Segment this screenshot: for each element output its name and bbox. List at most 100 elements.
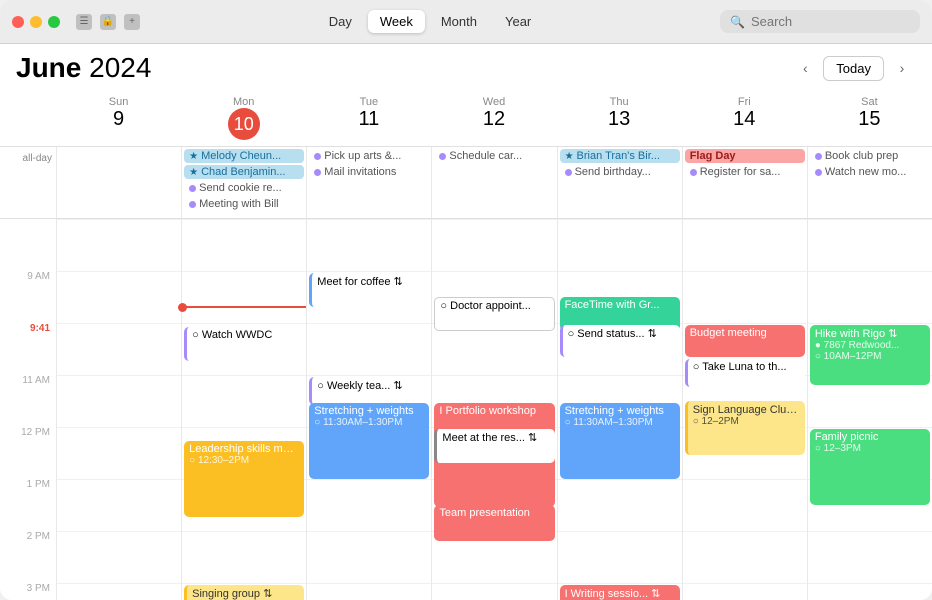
list-item[interactable]: Book club prep xyxy=(810,149,930,163)
cal-grid[interactable]: 9 AM xyxy=(0,219,932,600)
time-grid: 9 AM xyxy=(0,219,932,600)
col-tue-2 xyxy=(306,531,431,583)
col-sun-2 xyxy=(56,531,181,583)
col-sun-10 xyxy=(56,323,181,375)
next-button[interactable]: › xyxy=(888,54,916,82)
sidebar-toggle[interactable]: ☰ xyxy=(76,14,92,30)
tab-day[interactable]: Day xyxy=(317,10,364,33)
event-stretching-tue[interactable]: Stretching + weights ○ 11:30AM–1:30PM xyxy=(309,403,429,479)
col-thu-3: I Writing sessio... ⇅ xyxy=(557,583,682,600)
col-sat-12: Family picnic ○ 12–3PM xyxy=(807,427,932,479)
col-tue-1 xyxy=(306,479,431,531)
col-tue-9: Meet for coffee ⇅ xyxy=(306,271,431,323)
col-sun-3 xyxy=(56,583,181,600)
col-thu-8 xyxy=(557,219,682,271)
event-team-presentation[interactable]: Team presentation xyxy=(434,505,554,541)
col-tue-10 xyxy=(306,323,431,375)
cal-header: June 2024 ‹ Today › xyxy=(0,44,932,92)
col-thu-9: FaceTime with Gr... xyxy=(557,271,682,323)
search-icon: 🔍 xyxy=(730,15,745,29)
time-label-12pm: 12 PM xyxy=(0,427,56,479)
inbox-btn[interactable]: 🔒 xyxy=(100,14,116,30)
time-label-2pm: 2 PM xyxy=(0,531,56,583)
col-sat-2 xyxy=(807,531,932,583)
list-item[interactable]: ★ Chad Benjamin... xyxy=(184,165,304,179)
col-mon-10: ○ Watch WWDC xyxy=(181,323,306,375)
time-label-11am: 11 AM xyxy=(0,375,56,427)
list-item[interactable]: Register for sa... xyxy=(685,165,805,179)
allday-sat: Book club prep Watch new mo... xyxy=(807,147,932,218)
col-wed-3 xyxy=(431,583,556,600)
col-fri-2 xyxy=(682,531,807,583)
col-tue-3 xyxy=(306,583,431,600)
event-hike-rigo[interactable]: Hike with Rigo ⇅ ● 7867 Redwood... ○ 10A… xyxy=(810,325,930,385)
allday-mon: ★ Melody Cheun... ★ Chad Benjamin... Sen… xyxy=(181,147,306,218)
titlebar: ☰ 🔒 + Day Week Month Year 🔍 xyxy=(0,0,932,44)
page-title: June 2024 xyxy=(16,52,151,84)
event-meet-res[interactable]: Meet at the res... ⇅ xyxy=(434,429,554,463)
col-fri-1 xyxy=(682,479,807,531)
list-item[interactable]: Schedule car... xyxy=(434,149,554,163)
tab-week[interactable]: Week xyxy=(368,10,425,33)
col-mon-8 xyxy=(181,219,306,271)
event-budget-meeting[interactable]: Budget meeting xyxy=(685,325,805,357)
list-item[interactable]: Send birthday... xyxy=(560,165,680,179)
calendar-window: ☰ 🔒 + Day Week Month Year 🔍 June 2024 ‹ … xyxy=(0,0,932,600)
day-header-sun: Sun 9 xyxy=(56,92,181,146)
maximize-button[interactable] xyxy=(48,16,60,28)
event-take-luna[interactable]: ○ Take Luna to th... xyxy=(685,359,805,387)
col-mon-9 xyxy=(181,271,306,323)
list-item[interactable]: Send cookie re... xyxy=(184,181,304,195)
col-thu-2 xyxy=(557,531,682,583)
col-fri-9 xyxy=(682,271,807,323)
event-sign-language[interactable]: Sign Language Club ⇅ ○ 12–2PM xyxy=(685,401,805,455)
search-box[interactable]: 🔍 xyxy=(720,10,920,33)
prev-button[interactable]: ‹ xyxy=(791,54,819,82)
event-leadership[interactable]: Leadership skills meeting ○ 12:30–2PM xyxy=(184,441,304,517)
col-fri-10: Budget meeting ○ Take Luna to th... xyxy=(682,323,807,375)
day-header-fri: Fri 14 xyxy=(682,92,807,146)
day-header-mon: Mon 10 xyxy=(181,92,306,146)
event-family-picnic[interactable]: Family picnic ○ 12–3PM xyxy=(810,429,930,505)
col-sun-1 xyxy=(56,479,181,531)
today-button[interactable]: Today xyxy=(823,56,884,81)
search-input[interactable] xyxy=(751,14,927,29)
col-mon-11 xyxy=(181,375,306,427)
list-item[interactable]: Mail invitations xyxy=(309,165,429,179)
add-event-btn[interactable]: + xyxy=(124,14,140,30)
close-button[interactable] xyxy=(12,16,24,28)
event-singing-group[interactable]: Singing group ⇅ xyxy=(184,585,304,600)
allday-wed: Schedule car... xyxy=(431,147,556,218)
col-tue-11: ○ Weekly tea... ⇅ Stretching + weights ○… xyxy=(306,375,431,427)
list-item[interactable]: Meeting with Bill xyxy=(184,197,304,211)
col-wed-8 xyxy=(431,219,556,271)
nav-arrows: ‹ Today › xyxy=(791,54,916,82)
event-meet-for-coffee[interactable]: Meet for coffee ⇅ xyxy=(309,273,429,307)
allday-tue: Pick up arts &... Mail invitations xyxy=(306,147,431,218)
list-item[interactable]: ★ Melody Cheun... xyxy=(184,149,304,163)
tab-year[interactable]: Year xyxy=(493,10,543,33)
event-writing-session[interactable]: I Writing sessio... ⇅ xyxy=(560,585,680,600)
list-item[interactable]: Watch new mo... xyxy=(810,165,930,179)
day-headers: Sun 9 Mon 10 Tue 11 Wed 12 Thu 13 Fri 14… xyxy=(0,92,932,147)
list-item[interactable]: Flag Day xyxy=(685,149,805,163)
list-item[interactable]: Pick up arts &... xyxy=(309,149,429,163)
tab-month[interactable]: Month xyxy=(429,10,489,33)
event-stretching-thu[interactable]: Stretching + weights ○ 11:30AM–1:30PM xyxy=(560,403,680,479)
day-header-sat: Sat 15 xyxy=(807,92,932,146)
col-thu-10: ○ Send status... ⇅ xyxy=(557,323,682,375)
event-doctor-appt[interactable]: ○ Doctor appoint... xyxy=(434,297,554,331)
time-label-1pm: 1 PM xyxy=(0,479,56,531)
list-item[interactable]: ★ Brian Tran's Bir... xyxy=(560,149,680,163)
col-tue-8 xyxy=(306,219,431,271)
event-send-status[interactable]: ○ Send status... ⇅ xyxy=(560,325,680,357)
allday-label: all-day xyxy=(0,147,56,218)
minimize-button[interactable] xyxy=(30,16,42,28)
event-watch-wwdc[interactable]: ○ Watch WWDC xyxy=(184,327,304,361)
allday-thu: ★ Brian Tran's Bir... Send birthday... xyxy=(557,147,682,218)
event-weekly-tea[interactable]: ○ Weekly tea... ⇅ xyxy=(309,377,429,405)
time-label-9am: 9 AM xyxy=(0,271,56,323)
col-sun-12 xyxy=(56,427,181,479)
allday-fri: Flag Day Register for sa... xyxy=(682,147,807,218)
time-header-spacer xyxy=(0,92,56,146)
